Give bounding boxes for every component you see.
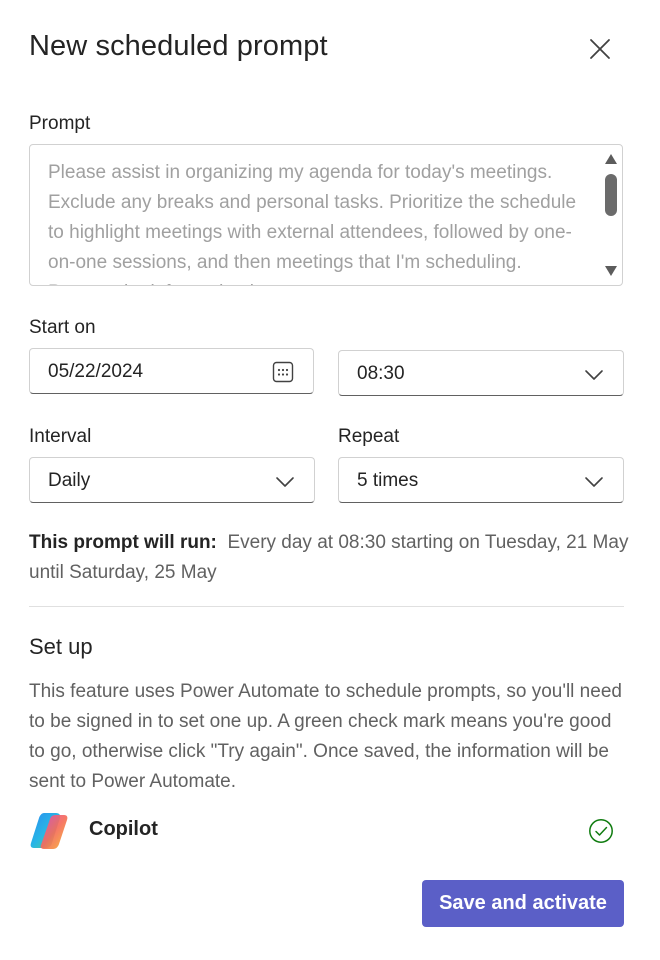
prompt-label: Prompt (29, 113, 91, 134)
run-summary-heading: This prompt will run: (29, 532, 217, 553)
setup-description: This feature uses Power Automate to sche… (29, 681, 622, 792)
prompt-text[interactable]: Please assist in organizing my agenda fo… (48, 158, 588, 285)
scroll-down-icon[interactable] (604, 265, 618, 277)
check-circle-icon (589, 819, 613, 843)
start-on-label: Start on (29, 317, 96, 338)
start-date-value: 05/22/2024 (48, 361, 144, 382)
save-and-activate-button[interactable]: Save and activate (422, 880, 624, 927)
chevron-down-icon (585, 370, 603, 380)
repeat-dropdown[interactable]: 5 times (338, 457, 624, 503)
calendar-icon[interactable] (271, 360, 295, 384)
divider (29, 606, 624, 607)
run-summary: This prompt will run: Every day at 08:30… (29, 528, 629, 588)
repeat-label: Repeat (338, 426, 400, 447)
start-date-picker[interactable]: 05/22/2024 (29, 348, 314, 394)
copilot-logo-icon (30, 813, 68, 849)
close-icon[interactable] (586, 35, 614, 63)
interval-label: Interval (29, 426, 92, 447)
interval-value: Daily (48, 470, 91, 491)
repeat-value: 5 times (357, 470, 419, 491)
copilot-connection-name: Copilot (89, 818, 158, 840)
scrollbar-thumb[interactable] (605, 174, 617, 216)
setup-title: Set up (29, 634, 93, 659)
start-time-value: 08:30 (357, 363, 405, 384)
prompt-textarea[interactable]: Please assist in organizing my agenda fo… (29, 144, 623, 286)
dialog-title: New scheduled prompt (29, 30, 328, 62)
scroll-up-icon[interactable] (604, 153, 618, 165)
start-time-dropdown[interactable]: 08:30 (338, 350, 624, 396)
chevron-down-icon (276, 477, 294, 487)
chevron-down-icon (585, 477, 603, 487)
interval-dropdown[interactable]: Daily (29, 457, 315, 503)
